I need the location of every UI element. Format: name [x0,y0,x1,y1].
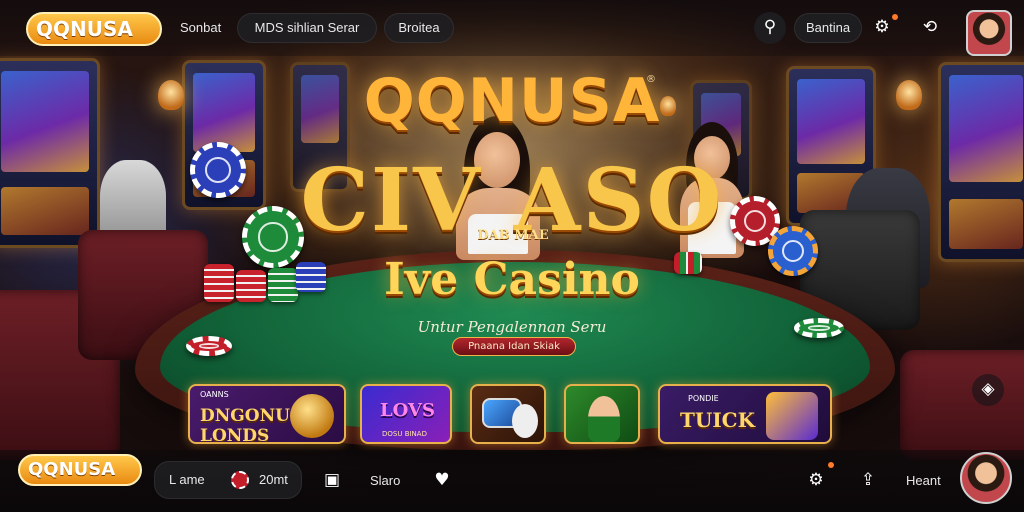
brand-logo[interactable]: QQNUSA [26,12,162,46]
footer-avatar[interactable] [960,452,1012,504]
game-card-caption: DOSU BINAD [382,430,427,438]
game-card-3[interactable] [470,384,546,444]
chair [900,350,1024,460]
live-casino-title: Ive Casino [384,254,640,305]
game-card-title: TUICK [680,408,755,432]
chat-icon[interactable]: ▣ [316,465,348,497]
gold-coin-icon [290,394,334,438]
heart-icon[interactable]: ♥ [426,465,458,497]
top-bar: QQNUSA Sonbat MDS sihlian Serar Broitea … [0,0,1024,56]
footer-logo[interactable]: QQNUSA [18,454,142,486]
logo-emblem-icon [766,392,818,440]
refresh-icon[interactable]: ⟲ [914,12,946,44]
home-pill[interactable]: L ame 20mt [154,461,302,499]
gear-icon[interactable]: ⚙ [800,465,832,497]
game-card-caption: OANNS [200,390,229,399]
nav-pill-3[interactable]: Broitea [384,13,454,43]
footer-right-link[interactable]: Heant [906,473,941,488]
slots-link[interactable]: Slaro [370,473,400,488]
game-card-4[interactable] [564,384,640,444]
header-right-pill[interactable]: Bantina [794,13,862,43]
game-card-1[interactable]: OANNS DNGONU LONDS [188,384,346,444]
hero-brand-title: QQNUSA [363,66,661,136]
mascot-icon [512,404,538,438]
game-card-title: LOVS [380,400,435,421]
game-card-2[interactable]: LOVS DOSU BINAD [360,384,452,444]
game-card-caption: PONDIE [688,394,719,403]
user-avatar[interactable] [966,10,1012,56]
cta-button[interactable]: Pnaana Idan Skiak [452,337,576,356]
share-icon[interactable]: ⇪ [852,465,884,497]
notification-dot [892,14,898,20]
elf-character-icon [588,396,620,442]
hero-tagline: Untur Pengalennan Seru [417,318,607,336]
score-value: 20mt [259,472,288,487]
chip-coin-icon [231,471,249,489]
chip-icon [186,336,232,356]
game-card-5[interactable]: PONDIE TUICK [658,384,832,444]
nav-pill-2[interactable]: MDS sihlian Serar [237,13,377,43]
notification-dot [828,462,834,468]
location-pin-icon[interactable]: ⚲ [754,12,786,44]
hero-title-subtext: DAB MAE [477,228,549,243]
registered-mark: ® [646,74,656,85]
cube-icon[interactable]: ◈ [972,374,1004,406]
bottom-bar: QQNUSA L ame 20mt ▣ Slaro ♥ ⚙ ⇪ Heant [0,450,1024,512]
home-label: L ame [169,472,205,487]
nav-link-1[interactable]: Sonbat [180,20,221,35]
